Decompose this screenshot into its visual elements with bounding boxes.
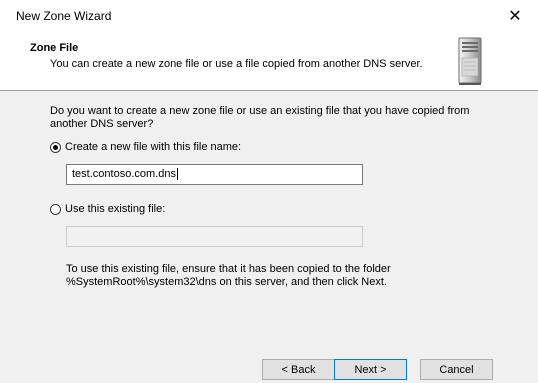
create-new-file-radio[interactable] [50, 141, 61, 153]
new-file-name-input[interactable]: test.contoso.com.dns [66, 164, 363, 185]
use-existing-file-label: Use this existing file: [65, 203, 166, 215]
create-new-file-label: Create a new file with this file name: [65, 141, 242, 153]
wizard-header: Zone File You can create a new zone file… [0, 32, 538, 90]
question-text: Do you want to create a new zone file or… [50, 105, 470, 130]
note-line-1: To use this existing file, ensure that i… [66, 263, 391, 275]
server-icon [458, 37, 482, 85]
existing-file-input[interactable] [66, 226, 363, 247]
back-button[interactable]: < Back [262, 359, 335, 380]
cancel-button[interactable]: Cancel [420, 359, 493, 380]
window-title: New Zone Wizard [16, 9, 112, 23]
create-new-file-option[interactable]: Create a new file with this file name: [50, 141, 241, 153]
use-existing-file-option[interactable]: Use this existing file: [50, 203, 165, 215]
use-existing-file-radio[interactable] [50, 203, 61, 215]
close-button[interactable]: ✕ [492, 0, 538, 32]
wizard-content: Do you want to create a new zone file or… [0, 91, 538, 383]
page-title: Zone File [30, 42, 79, 54]
next-button[interactable]: Next > [334, 359, 407, 380]
existing-file-note: To use this existing file, ensure that i… [66, 263, 466, 289]
close-icon: ✕ [508, 8, 522, 25]
note-line-2: %SystemRoot%\system32\dns on this server… [66, 276, 387, 288]
new-file-name-value: test.contoso.com.dns [72, 168, 176, 180]
page-subtitle: You can create a new zone file or use a … [50, 58, 423, 70]
title-bar: New Zone Wizard ✕ [0, 0, 538, 32]
text-caret [176, 168, 178, 181]
